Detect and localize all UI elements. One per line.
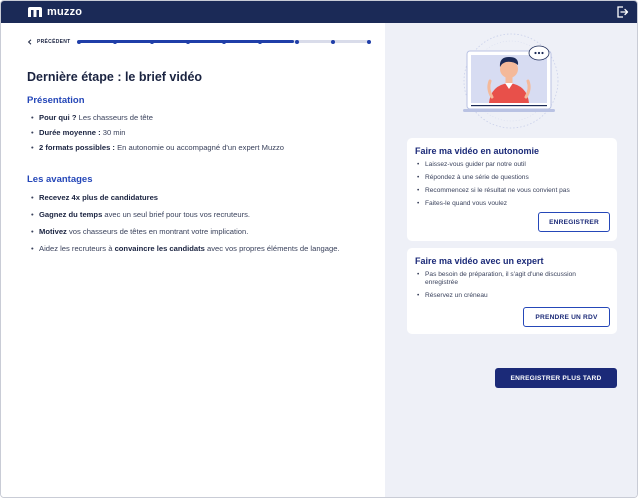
brand-logo[interactable]: muzzo: [27, 5, 82, 19]
video-call-illustration: [463, 33, 559, 129]
list-item: Laissez-vous guider par notre outil: [417, 161, 609, 169]
advantage-item: Motivez vos chasseurs de têtes en montra…: [31, 227, 357, 237]
back-label: PRÉCÉDENT: [37, 39, 71, 45]
progress-step-dot: [113, 39, 118, 44]
progress-step-dot: [77, 39, 81, 44]
top-bar: muzzo: [1, 1, 637, 23]
progress-step-dot: [294, 39, 299, 44]
advantages-title: Les avantages: [27, 174, 93, 185]
card-expert: Faire ma vidéo avec un expert Pas besoin…: [407, 248, 617, 334]
presentation-item: 2 formats possibles : En autonomie ou ac…: [31, 143, 371, 153]
back-button[interactable]: PRÉCÉDENT: [27, 38, 71, 46]
card-autonomy-title: Faire ma vidéo en autonomie: [415, 146, 540, 156]
list-item: Réservez un créneau: [417, 292, 609, 300]
record-later-button[interactable]: ENREGISTRER PLUS TARD: [495, 368, 617, 388]
page-title: Dernière étape : le brief vidéo: [27, 70, 203, 84]
logout-icon[interactable]: [615, 5, 629, 19]
list-item: Faites-le quand vous voulez: [417, 200, 609, 208]
card-expert-title: Faire ma vidéo avec un expert: [415, 256, 544, 266]
progress-step-dot: [222, 39, 226, 44]
progress-step-dot: [258, 39, 263, 44]
advantage-item: Aidez les recruteurs à convaincre les ca…: [31, 244, 357, 254]
chevron-left-icon: [27, 39, 32, 45]
advantage-item: Recevez 4x plus de candidatures: [31, 193, 357, 203]
card-autonomy: Faire ma vidéo en autonomie Laissez-vous…: [407, 138, 617, 241]
brand-name: muzzo: [47, 6, 83, 18]
advantage-item: Gagnez du temps avec un seul brief pour …: [31, 210, 357, 220]
list-item: Répondez à une série de questions: [417, 174, 609, 182]
record-button[interactable]: ENREGISTRER: [538, 212, 610, 232]
list-item: Pas besoin de préparation, il s'agit d'u…: [417, 271, 609, 287]
list-item: Recommencez si le résultat ne vous convi…: [417, 187, 609, 195]
presentation-item: Durée moyenne : 30 min: [31, 128, 371, 138]
progress-bar: [77, 39, 371, 44]
presentation-title: Présentation: [27, 95, 85, 106]
progress-step-dot: [330, 39, 335, 44]
progress-step-dot: [185, 39, 190, 44]
card-autonomy-list: Laissez-vous guider par notre outil Répo…: [417, 161, 609, 208]
book-appointment-button[interactable]: PRENDRE UN RDV: [523, 307, 610, 327]
muzzo-logo-icon: [28, 7, 42, 17]
app-window: muzzo PRÉCÉDENT Dernière étape : le brie…: [0, 0, 638, 498]
presentation-list: Pour qui ? Les chasseurs de tête Durée m…: [31, 113, 371, 153]
advantages-list: Recevez 4x plus de candidatures Gagnez d…: [31, 193, 357, 254]
progress-step-dot: [149, 39, 154, 44]
presentation-item: Pour qui ? Les chasseurs de tête: [31, 113, 371, 123]
card-expert-list: Pas besoin de préparation, il s'agit d'u…: [417, 271, 609, 300]
progress-step-dot: [367, 39, 371, 44]
